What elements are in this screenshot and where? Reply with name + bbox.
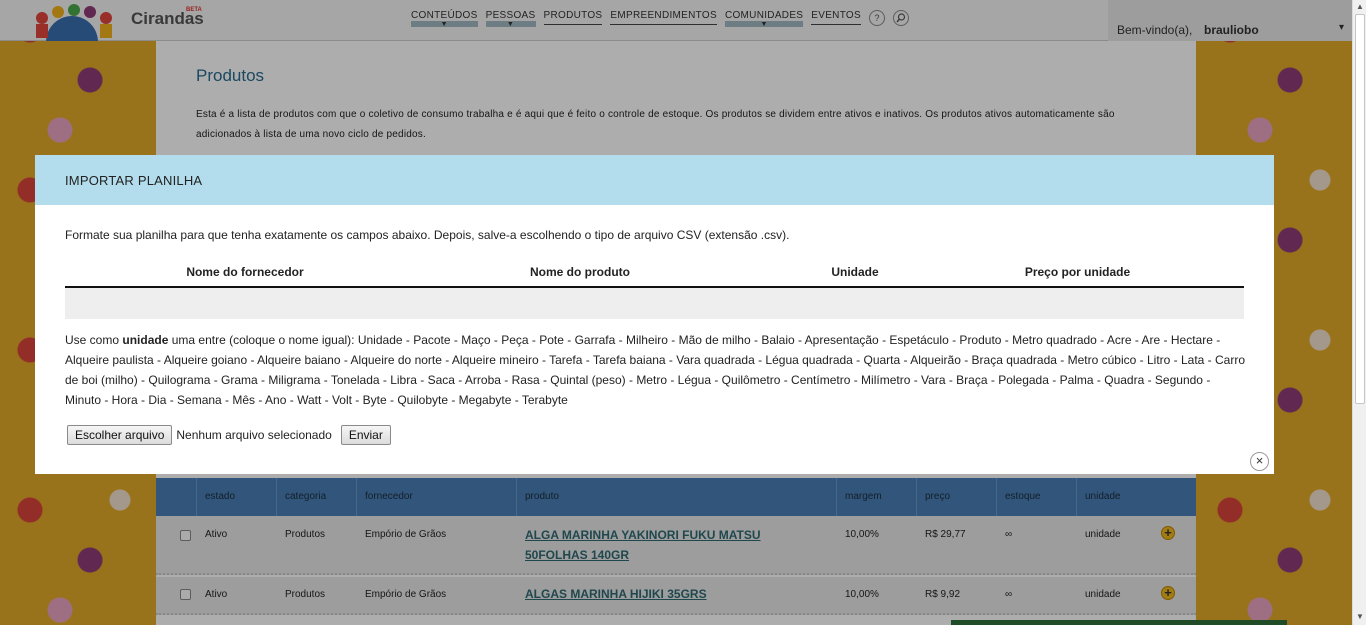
file-upload-row: Escolher arquivo Nenhum arquivo selecion… — [67, 425, 391, 445]
csv-header-row: Nome do fornecedor Nome do produto Unida… — [65, 261, 1244, 288]
csv-column-fornecedor: Nome do fornecedor — [186, 265, 304, 279]
units-keyword: unidade — [122, 333, 169, 347]
import-spreadsheet-dialog: IMPORTAR PLANILHA Formate sua planilha p… — [35, 155, 1274, 474]
file-status: Nenhum arquivo selecionado — [176, 428, 332, 442]
csv-empty-row — [65, 288, 1244, 319]
units-prefix: Use como — [65, 333, 120, 347]
choose-file-button[interactable]: Escolher arquivo — [67, 425, 173, 445]
units-help-text: Use como unidade uma entre (coloque o no… — [65, 330, 1245, 410]
scroll-down-icon[interactable]: ▼ — [1356, 612, 1364, 621]
page-scrollbar[interactable]: ▲ ▼ — [1352, 0, 1366, 625]
dialog-title: IMPORTAR PLANILHA — [65, 173, 203, 188]
csv-column-preco: Preço por unidade — [1024, 265, 1131, 279]
units-list: uma entre (coloque o nome igual): Unidad… — [65, 333, 1246, 407]
scrollbar-thumb[interactable] — [1355, 14, 1365, 404]
scroll-up-icon[interactable]: ▲ — [1356, 2, 1364, 11]
csv-format-table: Nome do fornecedor Nome do produto Unida… — [65, 261, 1244, 319]
close-icon[interactable]: × — [1250, 452, 1269, 471]
dialog-header: IMPORTAR PLANILHA — [35, 155, 1274, 205]
csv-column-unidade: Unidade — [831, 265, 879, 279]
submit-button[interactable]: Enviar — [340, 425, 391, 445]
dialog-instructions: Formate sua planilha para que tenha exat… — [65, 228, 790, 242]
csv-column-produto: Nome do produto — [530, 265, 630, 279]
